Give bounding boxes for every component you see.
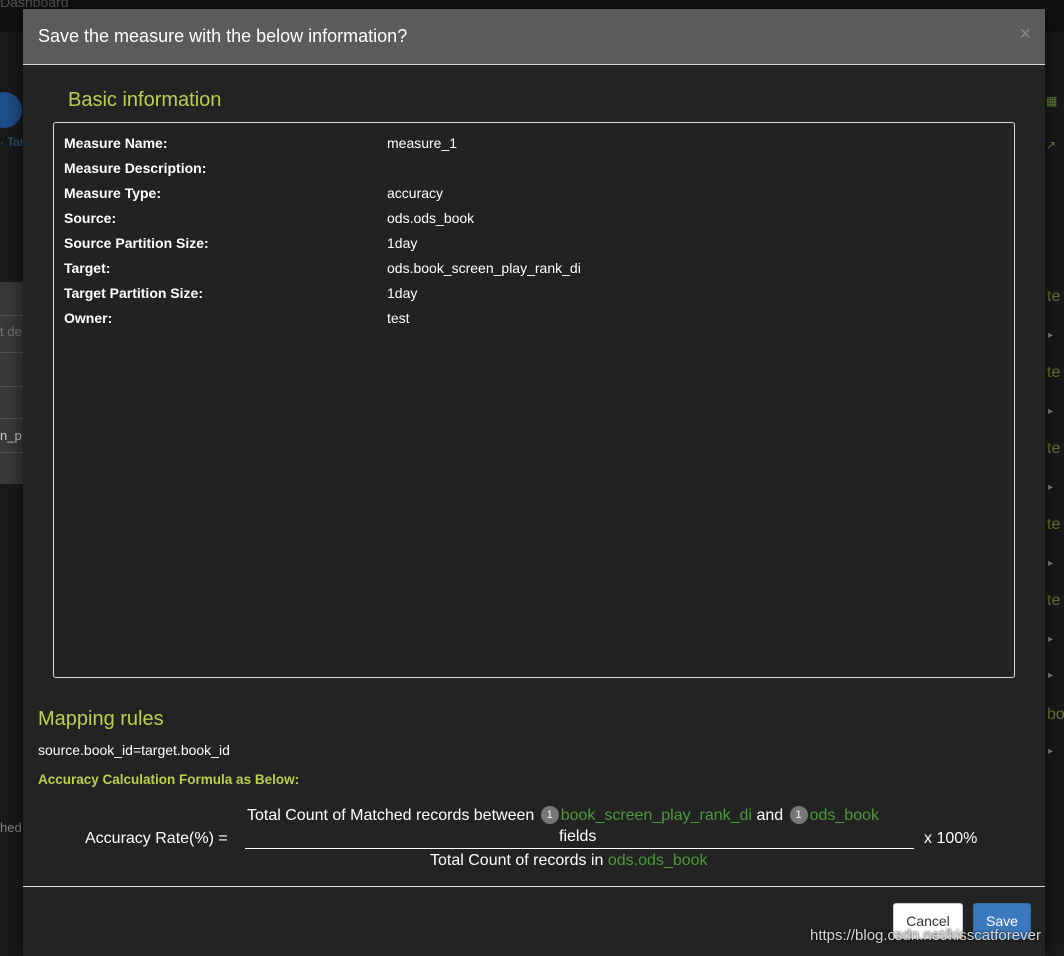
background-text: t de — [0, 324, 22, 339]
info-label: Target: — [64, 260, 111, 276]
rate-label: Accuracy Rate(%) = — [85, 830, 228, 847]
info-row-measure-type: Measure Type: accuracy — [64, 185, 1004, 210]
info-label: Source Partition Size: — [64, 235, 209, 251]
info-row-source-partition-size: Source Partition Size: 1day — [64, 235, 1004, 260]
numerator-suffix: fields — [559, 828, 597, 845]
basic-info-title: Basic information — [68, 89, 222, 111]
mapping-rule: source.book_id=target.book_id — [38, 742, 230, 758]
info-label: Owner: — [64, 310, 113, 326]
background-text: te — [1047, 364, 1061, 381]
and-text: and — [756, 807, 784, 824]
info-value: ods.ods_book — [387, 210, 475, 226]
count-badge: 1 — [789, 806, 808, 824]
info-value: measure_1 — [387, 135, 458, 151]
formula-title: Accuracy Calculation Formula as Below: — [38, 772, 300, 787]
dialog-title: Save the measure with the below informat… — [38, 26, 408, 46]
caret-right-icon: ▸ — [1048, 482, 1054, 493]
denominator-prefix: Total Count of records in — [430, 852, 604, 869]
background-text: te — [1047, 516, 1061, 533]
info-label: Source: — [64, 210, 117, 226]
info-row-target-partition-size: Target Partition Size: 1day — [64, 285, 1004, 310]
info-row-source: Source: ods.ods_book — [64, 210, 1004, 235]
basic-info-box: Measure Name: measure_1 Measure Descript… — [53, 122, 1015, 678]
caret-right-icon: ▸ — [1048, 406, 1054, 417]
background-text: te — [1047, 288, 1061, 305]
info-row-owner: Owner: test — [64, 310, 1004, 335]
caret-right-icon: ▸ — [1048, 634, 1054, 645]
watermark: https://blog.csdn.net/kisscatforever — [810, 927, 1041, 944]
save-measure-dialog: Save the measure with the below informat… — [23, 9, 1045, 956]
info-row-measure-description: Measure Description: — [64, 160, 1004, 185]
background-text: te — [1047, 440, 1061, 457]
numerator-prefix: Total Count of Matched records between — [247, 807, 535, 824]
background-text: bo — [1047, 706, 1064, 723]
accuracy-formula: Accuracy Rate(%) = Total Count of Matche… — [23, 804, 1045, 874]
formula-denominator: Total Count of records in ods.ods_book — [430, 852, 708, 870]
divider — [0, 315, 24, 316]
background-text: te — [1047, 592, 1061, 609]
background-right-column: ▦ ↗ te ▸ te ▸ te ▸ te ▸ te ▸ ▸ bo ▸ — [1044, 0, 1064, 956]
background-form-panel — [0, 282, 24, 484]
chart-icon: ↗ — [1046, 138, 1057, 152]
mapping-rules-title: Mapping rules — [38, 708, 164, 730]
caret-right-icon: ▸ — [1048, 746, 1054, 757]
divider — [0, 386, 24, 387]
info-label: Measure Description: — [64, 160, 207, 176]
multiplier: x 100% — [924, 830, 978, 847]
fraction-line — [245, 848, 914, 849]
count-badge: 1 — [540, 806, 559, 824]
footer-divider — [23, 886, 1045, 887]
close-icon[interactable]: × — [1019, 23, 1031, 46]
divider — [0, 352, 24, 353]
target-name: book_screen_play_rank_di — [560, 807, 752, 824]
info-value: 1day — [387, 235, 418, 251]
formula-numerator: Total Count of Matched records between 1… — [247, 806, 879, 825]
table-icon: ▦ — [1046, 94, 1058, 108]
denominator-source: ods.ods_book — [607, 852, 708, 869]
divider — [0, 418, 24, 419]
info-value: accuracy — [387, 185, 444, 201]
dialog-header: Save the measure with the below informat… — [23, 9, 1045, 65]
info-value: test — [387, 310, 410, 326]
info-label: Measure Type: — [64, 185, 161, 201]
info-value: ods.book_screen_play_rank_di — [387, 260, 581, 276]
info-value: 1day — [387, 285, 418, 301]
info-row-target: Target: ods.book_screen_play_rank_di — [64, 260, 1004, 285]
info-label: Measure Name: — [64, 135, 168, 151]
info-label: Target Partition Size: — [64, 285, 203, 301]
info-row-measure-name: Measure Name: measure_1 — [64, 135, 1004, 160]
caret-right-icon: ▸ — [1048, 558, 1054, 569]
divider — [0, 452, 24, 453]
source-name: ods_book — [809, 807, 879, 824]
caret-right-icon: ▸ — [1048, 670, 1054, 681]
background-link: · Tar — [0, 135, 24, 149]
background-text: n_p — [0, 428, 22, 443]
caret-right-icon: ▸ — [1048, 330, 1054, 341]
background-text: hed — [0, 820, 22, 835]
check-circle-icon — [0, 92, 22, 128]
